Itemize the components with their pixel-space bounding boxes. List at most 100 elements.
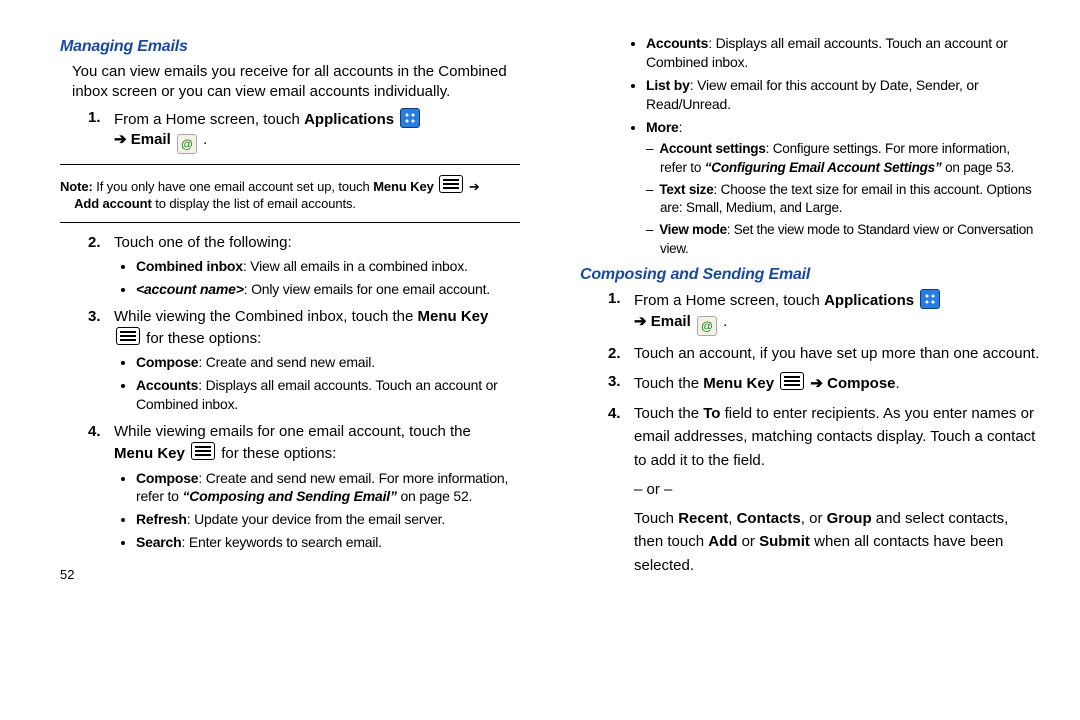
cs4d-recent: Recent (678, 510, 728, 527)
cs4d-c: , (728, 510, 736, 527)
cs4d-i: or (737, 533, 759, 550)
intro-text: You can view emails you receive for all … (72, 62, 520, 103)
step-2: 2. Touch one of the following: Combined … (88, 233, 520, 299)
s4b1-pg: on page 52. (397, 488, 472, 504)
note-label: Note: (60, 179, 93, 194)
cstep-3: 3. Touch the Menu Key ➔ Compose. (608, 372, 1040, 394)
s3b2-bold: Accounts (136, 377, 198, 393)
email-icon (697, 316, 717, 336)
s2b1-bold: Combined inbox (136, 258, 243, 274)
step-3: 3. While viewing the Combined inbox, tou… (88, 307, 520, 414)
section-heading-composing: Composing and Sending Email (580, 264, 1040, 286)
steps-list-composing: 1. From a Home screen, touch Application… (608, 289, 1040, 577)
cs1-email: Email (651, 313, 691, 330)
manual-page: Managing Emails You can view emails you … (0, 0, 1080, 595)
menu-key-icon (780, 372, 804, 390)
cs3-menu: Menu Key (703, 375, 774, 392)
note-c: to display the list of email accounts. (152, 196, 356, 211)
s4b1: Compose: Create and send new email. For … (136, 469, 520, 507)
rd3: View mode: Set the view mode to Standard… (660, 221, 1040, 257)
rb1: Accounts: Displays all email accounts. T… (646, 34, 1040, 72)
rd1: Account settings: Configure settings. Fo… (660, 140, 1040, 176)
cs1-apps: Applications (824, 292, 914, 309)
step1-text-a: From a Home screen, touch (114, 111, 304, 128)
s4b3: Search: Enter keywords to search email. (136, 533, 520, 552)
cs3-e: . (896, 375, 900, 392)
step2-text: Touch one of the following: (114, 234, 292, 251)
email-label: Email (131, 131, 171, 148)
step-4: 4. While viewing emails for one email ac… (88, 422, 520, 552)
s4b3-rest: : Enter keywords to search email. (182, 534, 382, 550)
left-column: Managing Emails You can view emails you … (60, 30, 520, 585)
right-column: Accounts: Displays all email accounts. T… (580, 30, 1040, 585)
s3-c: for these options: (142, 330, 261, 347)
s4-menu-key: Menu Key (114, 445, 185, 462)
note-add-account: Add account (74, 196, 152, 211)
s3-a: While viewing the Combined inbox, touch … (114, 308, 418, 325)
right-continued-bullets: Accounts: Displays all email accounts. T… (628, 34, 1040, 258)
s4-c: for these options: (217, 445, 336, 462)
s4b1-ref: “Composing and Sending Email” (182, 488, 396, 504)
s2b1-rest: : View all emails in a combined inbox. (243, 258, 468, 274)
cs4d-submit: Submit (759, 533, 810, 550)
rb2: List by: View email for this account by … (646, 76, 1040, 114)
rd2-rest: : Choose the text size for email in this… (660, 182, 1032, 215)
steps-list-managing-cont: 2. Touch one of the following: Combined … (88, 233, 520, 552)
page-number: 52 (60, 566, 520, 584)
s3b2: Accounts: Displays all email accounts. T… (136, 376, 520, 414)
cs4-a: Touch the (634, 405, 703, 422)
period: . (199, 131, 207, 148)
cs4d-contacts: Contacts (737, 510, 801, 527)
applications-icon (400, 108, 420, 128)
s3b1-rest: : Create and send new email. (198, 354, 375, 370)
email-icon (177, 134, 197, 154)
s4b2-bold: Refresh (136, 511, 187, 527)
s4-a: While viewing emails for one email accou… (114, 423, 471, 440)
s4b3-bold: Search (136, 534, 182, 550)
note-block: Note: If you only have one email account… (60, 175, 520, 212)
rd2-bold: Text size (659, 182, 713, 197)
s3b1: Compose: Create and send new email. (136, 353, 520, 372)
cs2-text: Touch an account, if you have set up mor… (634, 345, 1039, 362)
cs4d-group: Group (827, 510, 872, 527)
s2b2-rest: : Only view emails for one email account… (244, 281, 490, 297)
menu-key-icon (191, 442, 215, 460)
divider-top (60, 164, 520, 165)
cstep-1: 1. From a Home screen, touch Application… (608, 289, 1040, 335)
rd2: Text size: Choose the text size for emai… (660, 181, 1040, 217)
cs1-a: From a Home screen, touch (634, 292, 824, 309)
step3-bullets: Compose: Create and send new email. Acco… (118, 353, 520, 414)
rd1-ref: “Configuring Email Account Settings” (705, 160, 942, 175)
cstep-2: 2. Touch an account, if you have set up … (608, 344, 1040, 364)
s3b1-bold: Compose (136, 354, 198, 370)
cs3-compose: Compose (827, 375, 895, 392)
s2b2-tag: <account name> (136, 281, 244, 297)
s2b2: <account name>: Only view emails for one… (136, 280, 520, 299)
note-a: If you only have one email account set u… (93, 179, 373, 194)
more-sublist: Account settings: Configure settings. Fo… (646, 140, 1040, 257)
rb3: More: Account settings: Configure settin… (646, 118, 1040, 258)
s4b1-bold: Compose (136, 470, 198, 486)
step4-bullets: Compose: Create and send new email. For … (118, 469, 520, 553)
cs4d-a: Touch (634, 510, 678, 527)
or-divider: – or – (634, 478, 1040, 501)
rd3-bold: View mode (659, 222, 727, 237)
steps-list-managing: 1. From a Home screen, touch Application… (88, 108, 520, 154)
applications-icon (920, 289, 940, 309)
rb3-rest: : (679, 119, 683, 135)
s4b2-rest: : Update your device from the email serv… (187, 511, 445, 527)
cs4d-e: , or (801, 510, 827, 527)
rb2-rest: : View email for this account by Date, S… (646, 77, 978, 112)
menu-key-icon (116, 327, 140, 345)
rd1-bold: Account settings (659, 141, 765, 156)
rb3-bold: More (646, 119, 679, 135)
arrow-text: ➔ (114, 131, 131, 148)
applications-label: Applications (304, 111, 394, 128)
cs4-to: To (703, 405, 720, 422)
cstep-4: 4. Touch the To field to enter recipient… (608, 402, 1040, 577)
cs3-arrow: ➔ (806, 375, 827, 392)
rb2-bold: List by (646, 77, 690, 93)
cs1-period: . (719, 313, 727, 330)
cs3-a: Touch the (634, 375, 703, 392)
s4b2: Refresh: Update your device from the ema… (136, 510, 520, 529)
